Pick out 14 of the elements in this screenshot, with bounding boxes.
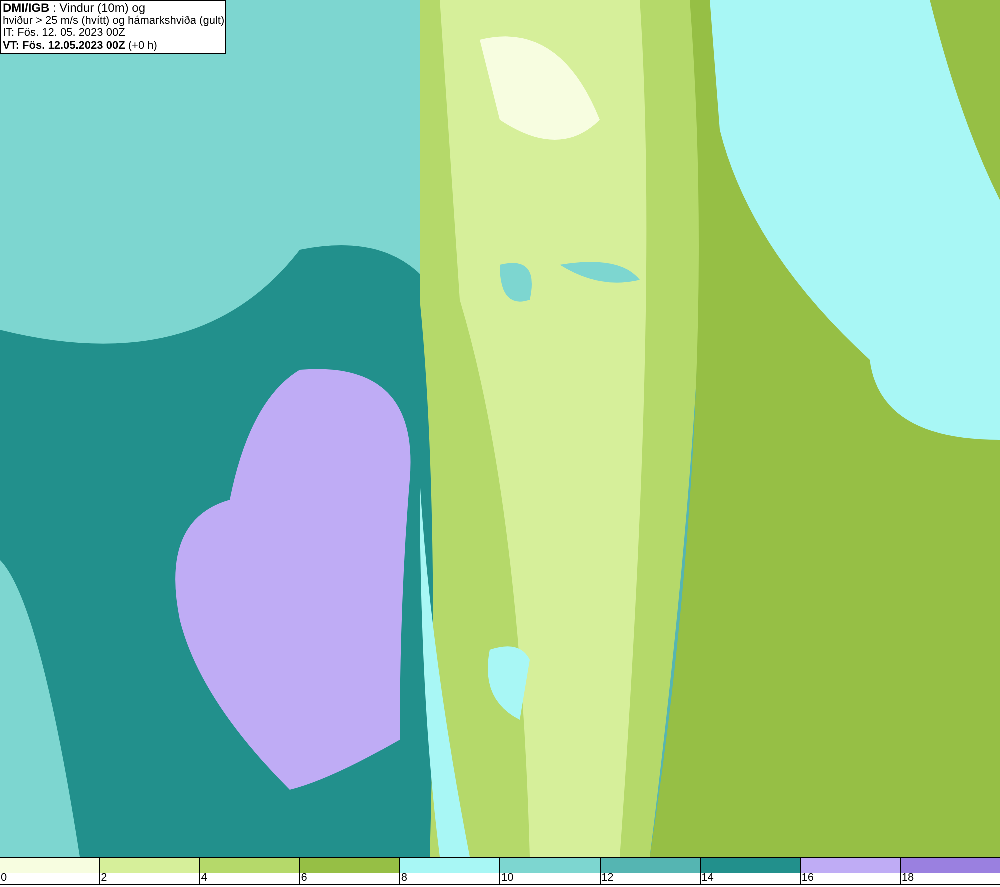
legend-label: 16: [800, 873, 814, 884]
legend-label: 0: [0, 873, 8, 884]
legend-label: 14: [700, 873, 714, 884]
legend-label: 8: [400, 873, 408, 884]
info-text: DMI/IGB : Vindur (10m) og: [3, 2, 146, 14]
info-text: IT: Fös. 12. 05. 2023 00Z: [3, 27, 126, 40]
legend-label: 4: [200, 873, 208, 884]
legend-label: 10: [500, 873, 514, 884]
legend-label: 18: [900, 873, 914, 884]
info-text: hviður > 25 m/s (hvítt) og hámarkshviða (gult): [3, 14, 223, 27]
info-text: VT: Fös. 12.05.2023 00Z (+0 h): [3, 40, 158, 52]
legend-label: 12: [600, 873, 614, 884]
legend-label: 6: [300, 873, 308, 884]
legend-label: 2: [100, 873, 108, 884]
